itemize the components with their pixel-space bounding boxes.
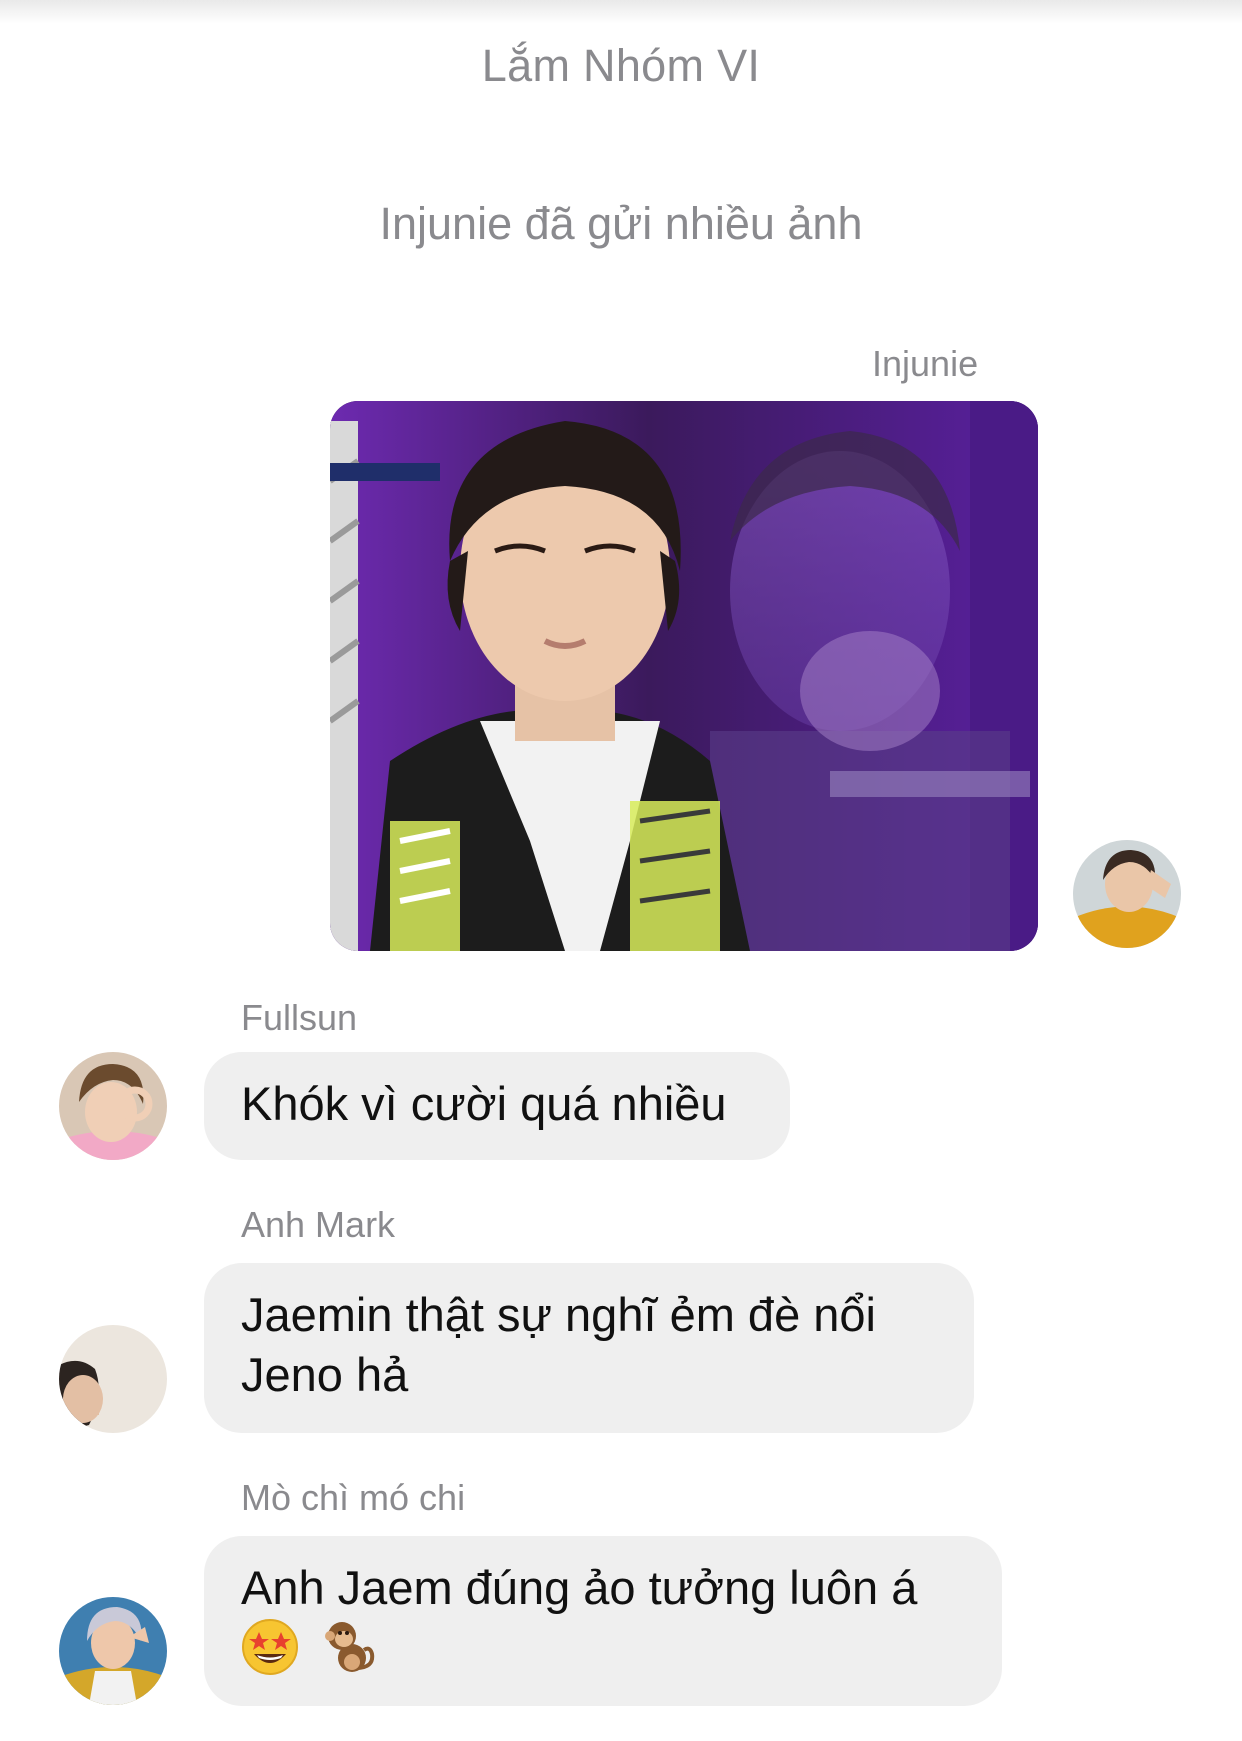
sender-name: Mò chì mó chi	[241, 1477, 466, 1518]
sender-name: Injunie	[872, 343, 979, 384]
photo-content	[330, 401, 1038, 951]
chat-screen: Lắm Nhóm VI Injunie đã gửi nhiều ảnh Inj…	[0, 0, 1242, 1741]
message-text-line: Jeno hả	[241, 1348, 409, 1401]
message-text-line: Anh Jaem đúng ảo tưởng luôn á	[241, 1561, 918, 1614]
user-avatar-injunie[interactable]	[1073, 840, 1181, 948]
group-name[interactable]: Lắm Nhóm VI	[0, 40, 1242, 92]
sender-name: Anh Mark	[241, 1204, 396, 1245]
photo-message[interactable]	[330, 401, 1038, 951]
top-bar-shadow	[0, 0, 1242, 24]
system-notice: Injunie đã gửi nhiều ảnh	[379, 198, 863, 249]
message-bubble[interactable]: Khók vì cười quá nhiều	[204, 1052, 790, 1160]
message-bubble[interactable]: Anh Jaem đúng ảo tưởng luôn á	[204, 1536, 1002, 1706]
star-struck-emoji	[241, 1618, 299, 1690]
emoji-row	[241, 1618, 965, 1678]
sender-name: Fullsun	[241, 997, 358, 1038]
message-text-line: Jaemin thật sự nghĩ ẻm đè nổi	[241, 1288, 876, 1341]
user-avatar-mo-chi-mo-chi[interactable]	[59, 1597, 167, 1705]
user-avatar-fullsun[interactable]	[59, 1052, 167, 1160]
message-bubble[interactable]: Jaemin thật sự nghĩ ẻm đè nổi Jeno hả	[204, 1263, 974, 1433]
monkey-emoji	[322, 1618, 380, 1690]
message-text: Khók vì cười quá nhiều	[241, 1077, 727, 1130]
user-avatar-anh-mark[interactable]	[59, 1325, 167, 1433]
